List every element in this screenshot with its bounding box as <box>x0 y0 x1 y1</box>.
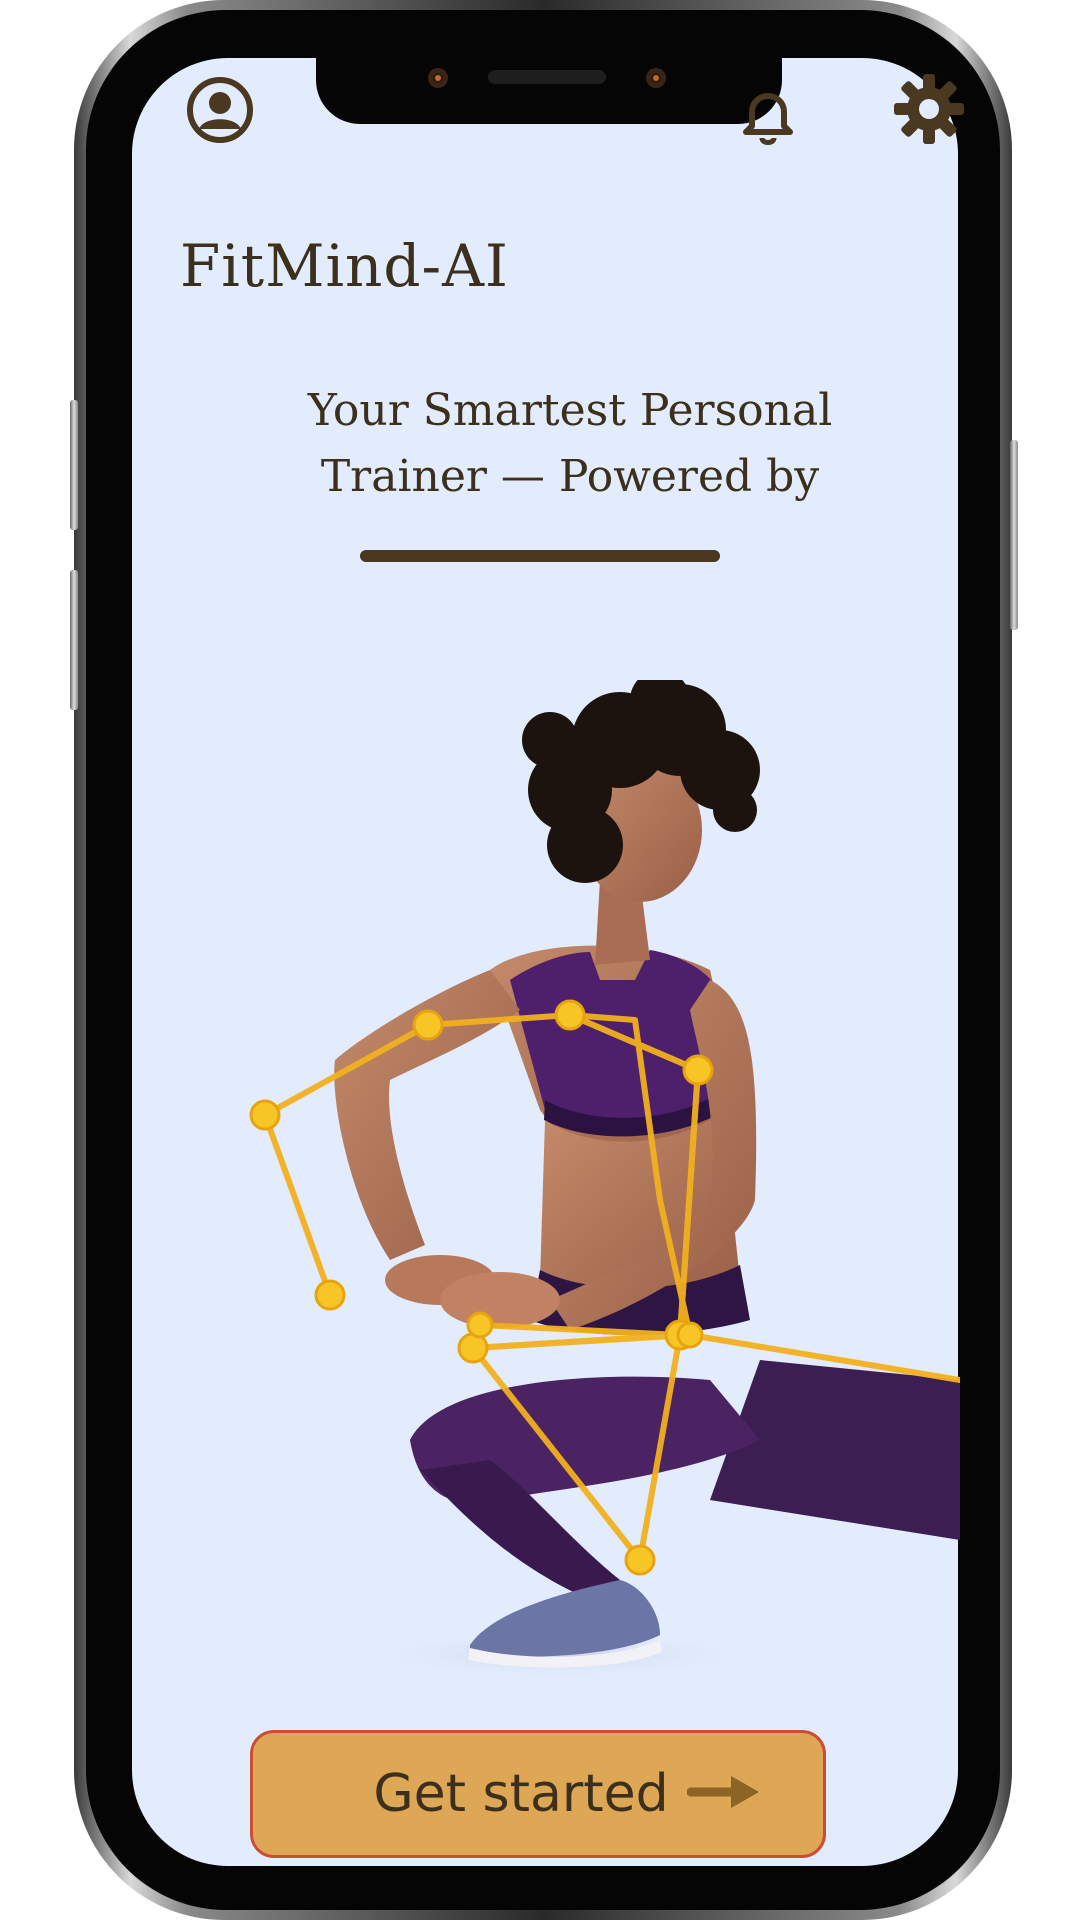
front-camera <box>428 68 448 88</box>
title-divider <box>360 550 720 562</box>
get-started-label: Get started <box>373 1764 669 1824</box>
volume-button <box>70 570 78 710</box>
earpiece-speaker <box>488 70 606 84</box>
camera-notch <box>316 58 782 124</box>
bell-icon[interactable] <box>738 88 798 148</box>
athlete-pose-illustration <box>249 680 960 1679</box>
power-button <box>1010 440 1018 630</box>
app-title: FitMind-AI <box>180 232 509 300</box>
gear-icon[interactable] <box>892 72 966 146</box>
get-started-button[interactable]: Get started <box>250 1730 826 1858</box>
arrow-right-icon <box>686 1772 763 1816</box>
tagline: Your Smartest Personal Trainer — Powered… <box>307 385 833 502</box>
profile-icon[interactable] <box>186 76 254 144</box>
face-sensor <box>646 68 666 88</box>
mute-switch <box>70 400 78 530</box>
